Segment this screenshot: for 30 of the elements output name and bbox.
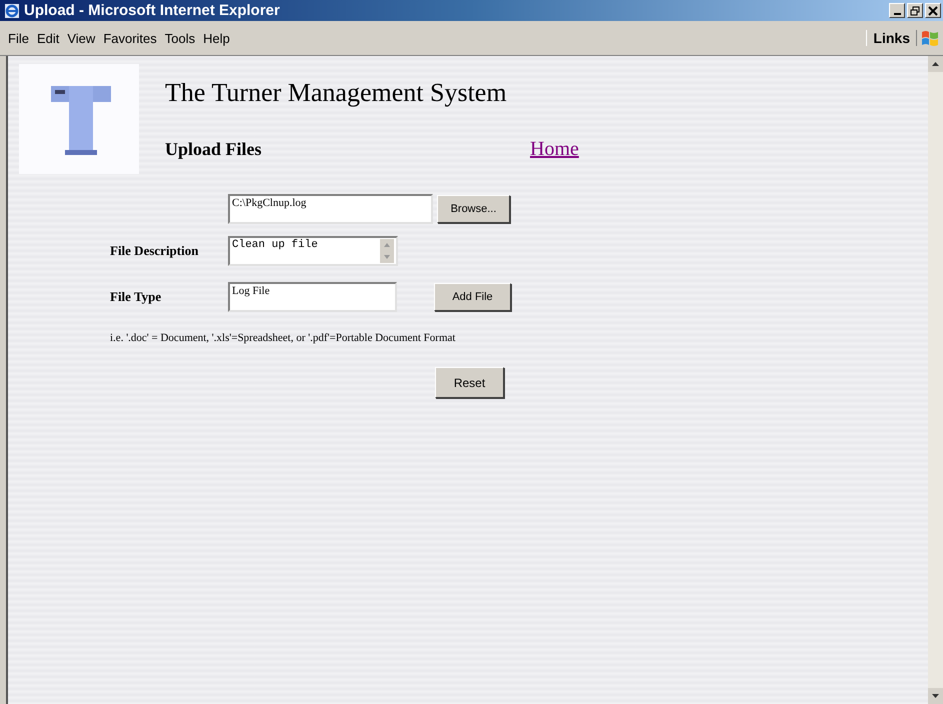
close-button[interactable]	[925, 3, 941, 18]
restore-icon	[910, 6, 920, 16]
scroll-up-icon	[380, 239, 394, 251]
links-label[interactable]: Links	[866, 30, 917, 46]
site-heading: The Turner Management System	[165, 78, 508, 108]
browser-icon	[4, 2, 20, 18]
page-heading: Upload Files	[165, 139, 263, 160]
browse-button[interactable]: Browse...	[437, 195, 510, 223]
minimize-icon	[894, 13, 900, 15]
menu-item[interactable]: Help	[199, 30, 234, 46]
menu-item[interactable]: View	[63, 30, 100, 46]
menu-item[interactable]: Edit	[32, 30, 64, 46]
close-icon	[928, 6, 938, 16]
hint-text: i.e. '.doc' = Document, '.xls'=Spreadsheet, or '.pdf'=Portable Document Format	[110, 332, 456, 344]
home-link[interactable]: Home	[530, 138, 579, 161]
windows-flag-icon	[920, 28, 940, 48]
description-field[interactable]: Clean up file	[228, 236, 398, 266]
scroll-down-icon	[380, 251, 394, 263]
menu-item[interactable]: Tools	[160, 30, 200, 46]
add-file-button[interactable]: Add File	[434, 283, 511, 311]
menu-item[interactable]: Favorites	[99, 30, 161, 46]
menu-item[interactable]: File	[4, 30, 33, 46]
reset-button[interactable]: Reset	[435, 367, 504, 398]
field-label: File Description	[110, 243, 198, 259]
field-label: File Type	[110, 289, 162, 305]
file-path-field[interactable]: C:\PkgClnup.log	[228, 194, 433, 224]
minimize-button[interactable]	[889, 3, 905, 18]
file-type-field[interactable]: Log File	[228, 282, 397, 312]
window-title: Upload - Microsoft Internet Explorer	[24, 2, 281, 19]
restore-button[interactable]	[907, 3, 923, 18]
